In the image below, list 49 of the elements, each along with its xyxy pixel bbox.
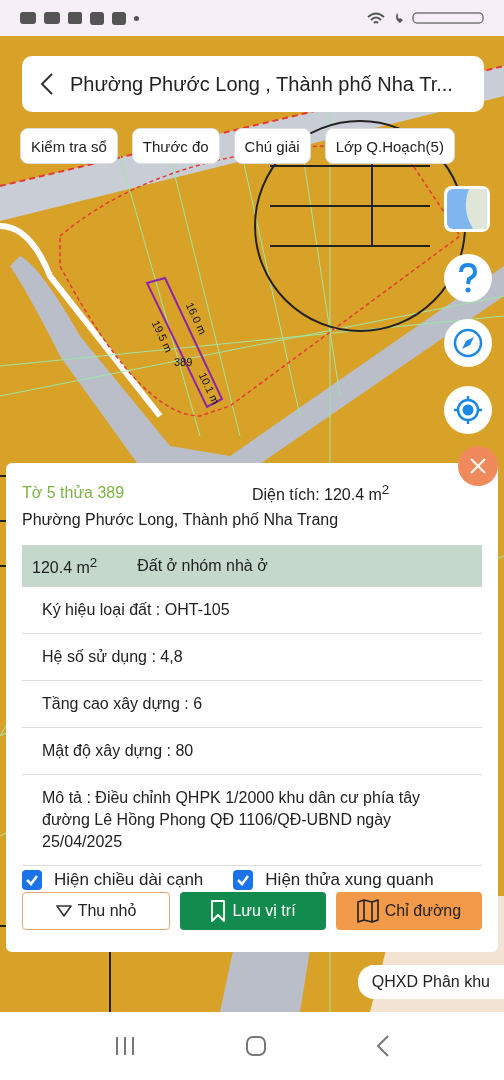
wifi-icon (366, 11, 386, 25)
triangle-down-icon (55, 905, 72, 917)
app-notification-icon (44, 12, 60, 24)
app-notification-icon (90, 11, 104, 25)
checkbox[interactable] (22, 870, 42, 890)
edge-length-label: 19.5 m (148, 318, 175, 355)
check-icon (25, 874, 39, 886)
save-location-button[interactable]: Lưu vị trí (180, 892, 326, 930)
dot-icon (134, 15, 139, 21)
close-icon (469, 457, 487, 475)
attribute-text: Mô tả : Điều chỉnh QHPK 1/2000 khu dân cư phía tây đường Lê Hồng Phong QĐ 1106/QĐ-UBND ngày 25/04/2025 (42, 789, 421, 850)
attribute-text: Ký hiệu loại đất : OHT-105 (42, 601, 230, 618)
attribute-text: Mật độ xây dựng : 80 (42, 742, 194, 759)
home-icon[interactable] (245, 1035, 267, 1057)
recent-apps-icon[interactable] (114, 1036, 137, 1056)
back-icon[interactable] (40, 72, 54, 96)
collapse-button[interactable]: Thu nhỏ (22, 892, 170, 930)
directions-button[interactable]: Chỉ đường (336, 892, 482, 930)
checkbox[interactable] (233, 870, 254, 890)
summary-area: 120.4 m$^{2}$ (32, 554, 98, 578)
attribute-text: Tầng cao xây dựng : 6 (42, 695, 203, 712)
map-layer-thumbnail[interactable] (444, 186, 490, 232)
toolbar-chip[interactable]: Thước đo (131, 128, 220, 164)
checkbox-label: Hiện thửa xung quanh (265, 870, 434, 890)
toolbar-chip[interactable]: Lớp Q.Hoạch(5) (324, 128, 455, 164)
edge-length-label: 16.0 m (182, 300, 209, 337)
phone-icon (394, 12, 404, 24)
location-title: Phường Phước Long , Thành phố Nha Tr... (70, 72, 453, 96)
toolbar-chip[interactable]: Kiểm tra sổ (20, 128, 118, 164)
bookmark-icon (210, 899, 227, 923)
app-notification-icon (20, 12, 36, 24)
check-icon (236, 874, 251, 886)
toolbar-chip[interactable]: Chú giải (233, 128, 311, 164)
checkbox-label: Hiện chiều dài cạnh (54, 870, 204, 890)
locate-icon (453, 395, 483, 425)
map-thumbnail-icon (447, 189, 487, 229)
map-layer-label: QHXD Phân khu (357, 965, 504, 999)
attribute-text: Hệ số sử dụng : 4,8 (42, 648, 183, 665)
edge-length-label: 10.1 m (195, 370, 222, 407)
app-notification-icon (68, 12, 82, 24)
app-notification-icon (112, 11, 126, 25)
parcel-address: Phường Phước Long, Thành phố Nha Trang (22, 511, 340, 529)
question-icon (458, 263, 478, 293)
parcel-title: Tờ 5 thửa 389 (22, 484, 126, 502)
land-use-type: Đất ở nhóm nhà ở (137, 557, 268, 575)
battery-icon (412, 12, 484, 24)
compass-icon (453, 328, 483, 358)
parcel-area: Diện tích: 120.4 m$^{2}$ (252, 481, 390, 505)
map-icon (356, 899, 379, 923)
